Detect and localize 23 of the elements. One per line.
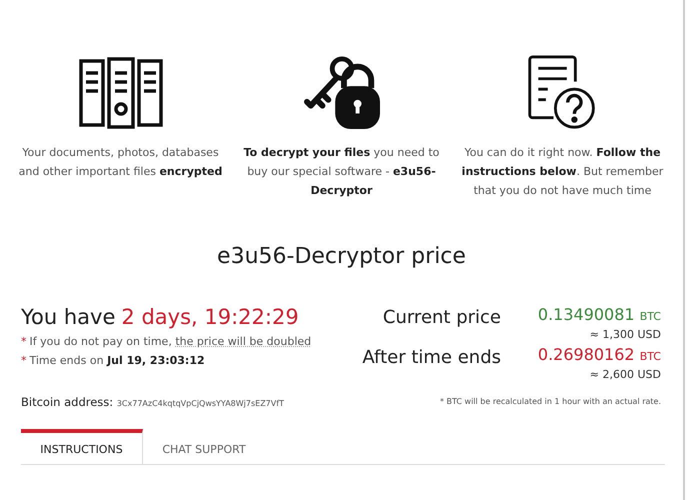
feature-text: You can do it right now. Follow the instructions below. But remember that you do not have much time xyxy=(460,145,664,199)
feature-text: To decrypt your files you need to buy our special software - e3u56-Decryptor xyxy=(242,145,440,199)
countdown-timer: 2 days, 19:22:29 xyxy=(121,305,299,329)
feature-text: Your documents, photos, databases and other important files encrypted xyxy=(18,145,224,180)
note-text: If you do not pay on time, the price will be doubled xyxy=(30,335,312,348)
usd-amount: ≈ 2,600 USD xyxy=(590,368,661,381)
tab[interactable]: CHAT SUPPORT xyxy=(143,429,265,464)
usd-amount: ≈ 1,300 USD xyxy=(590,328,661,341)
tab[interactable]: INSTRUCTIONS xyxy=(21,429,143,464)
countdown-label: You have xyxy=(21,305,116,329)
rate-note: * BTC will be recalculated in 1 hour with an actual rate. xyxy=(440,397,661,406)
price-label: After time ends xyxy=(362,346,501,368)
bitcoin-address: 3Cx77AzC4kqtqVpCjQwsYYA8Wj7sEZ7VfT xyxy=(116,399,284,408)
asterisk: * xyxy=(21,354,26,367)
price-label: Current price xyxy=(382,306,501,328)
note-text: Time ends on Jul 19, 23:03:12 xyxy=(30,354,205,367)
bitcoin-label: Bitcoin address: xyxy=(21,395,114,409)
asterisk: * xyxy=(21,335,26,348)
btc-amount: 0.13490081 BTC xyxy=(538,305,661,324)
page-title: e3u56-Decryptor price xyxy=(216,244,467,269)
btc-amount: 0.26980162 BTC xyxy=(538,345,661,364)
archive-icon xyxy=(78,55,162,131)
key-and-padlock-icon xyxy=(302,55,382,131)
